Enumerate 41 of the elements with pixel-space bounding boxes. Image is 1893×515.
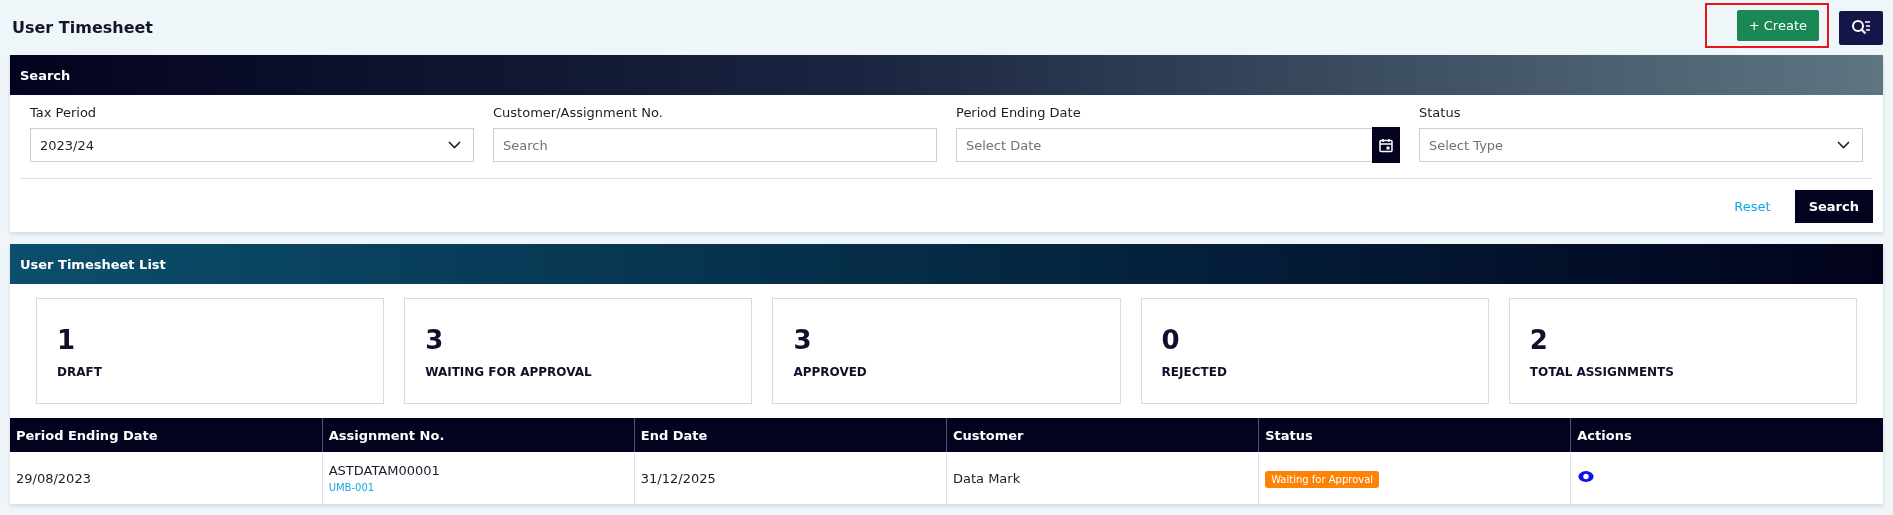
status-badge: Waiting for Approval xyxy=(1265,470,1380,488)
assignment-link[interactable]: UMB-001 xyxy=(328,482,628,493)
view-icon[interactable] xyxy=(1577,470,1596,483)
card-label: DRAFT xyxy=(57,365,102,379)
select-field[interactable]: Select Type xyxy=(1419,128,1863,162)
column-header: Status xyxy=(1258,418,1571,452)
page-title: User Timesheet xyxy=(12,18,154,37)
card-label: WAITING FOR APPROVAL xyxy=(425,365,592,379)
assignment-number: ASTDATAM00001 xyxy=(328,463,441,478)
date-field[interactable]: Select Date xyxy=(956,128,1400,162)
table-cell: 31/12/2025 xyxy=(634,452,947,504)
card-count: 0 xyxy=(1161,325,1180,355)
card-count: 3 xyxy=(425,325,444,355)
field-label: Status xyxy=(1419,105,1462,120)
panel-header: User Timesheet List xyxy=(10,244,1883,284)
column-header: Customer xyxy=(946,418,1259,452)
table-cell: 29/08/2023 xyxy=(10,452,323,504)
chevron-down-icon xyxy=(1837,141,1850,149)
card-count: 2 xyxy=(1529,325,1548,355)
column-header: End Date xyxy=(634,418,947,452)
field-label: Tax Period xyxy=(30,105,98,120)
create-button[interactable]: + Create xyxy=(1736,10,1819,41)
field-label: Customer/Assignment No. xyxy=(493,105,664,120)
search-button[interactable]: Search xyxy=(1794,190,1873,223)
panel-header: Search xyxy=(10,55,1883,95)
column-header: Actions xyxy=(1570,418,1883,452)
column-header: Period Ending Date xyxy=(10,418,323,452)
card-label: APPROVED xyxy=(793,365,867,379)
field-label: Period Ending Date xyxy=(956,105,1082,120)
column-header: Assignment No. xyxy=(322,418,635,452)
card-count: 3 xyxy=(793,325,812,355)
table-cell: Data Mark xyxy=(946,452,1259,504)
card-count: 1 xyxy=(57,325,76,355)
calendar-icon[interactable] xyxy=(1372,127,1400,163)
search-field[interactable]: Search xyxy=(493,128,937,162)
select-field[interactable]: 2023/24 xyxy=(30,128,474,162)
reset-link[interactable]: Reset xyxy=(1734,199,1771,214)
card-label: TOTAL ASSIGNMENTS xyxy=(1529,365,1674,379)
chevron-down-icon xyxy=(448,141,461,149)
card-label: REJECTED xyxy=(1161,365,1227,379)
search-filter-icon[interactable] xyxy=(1839,10,1883,45)
